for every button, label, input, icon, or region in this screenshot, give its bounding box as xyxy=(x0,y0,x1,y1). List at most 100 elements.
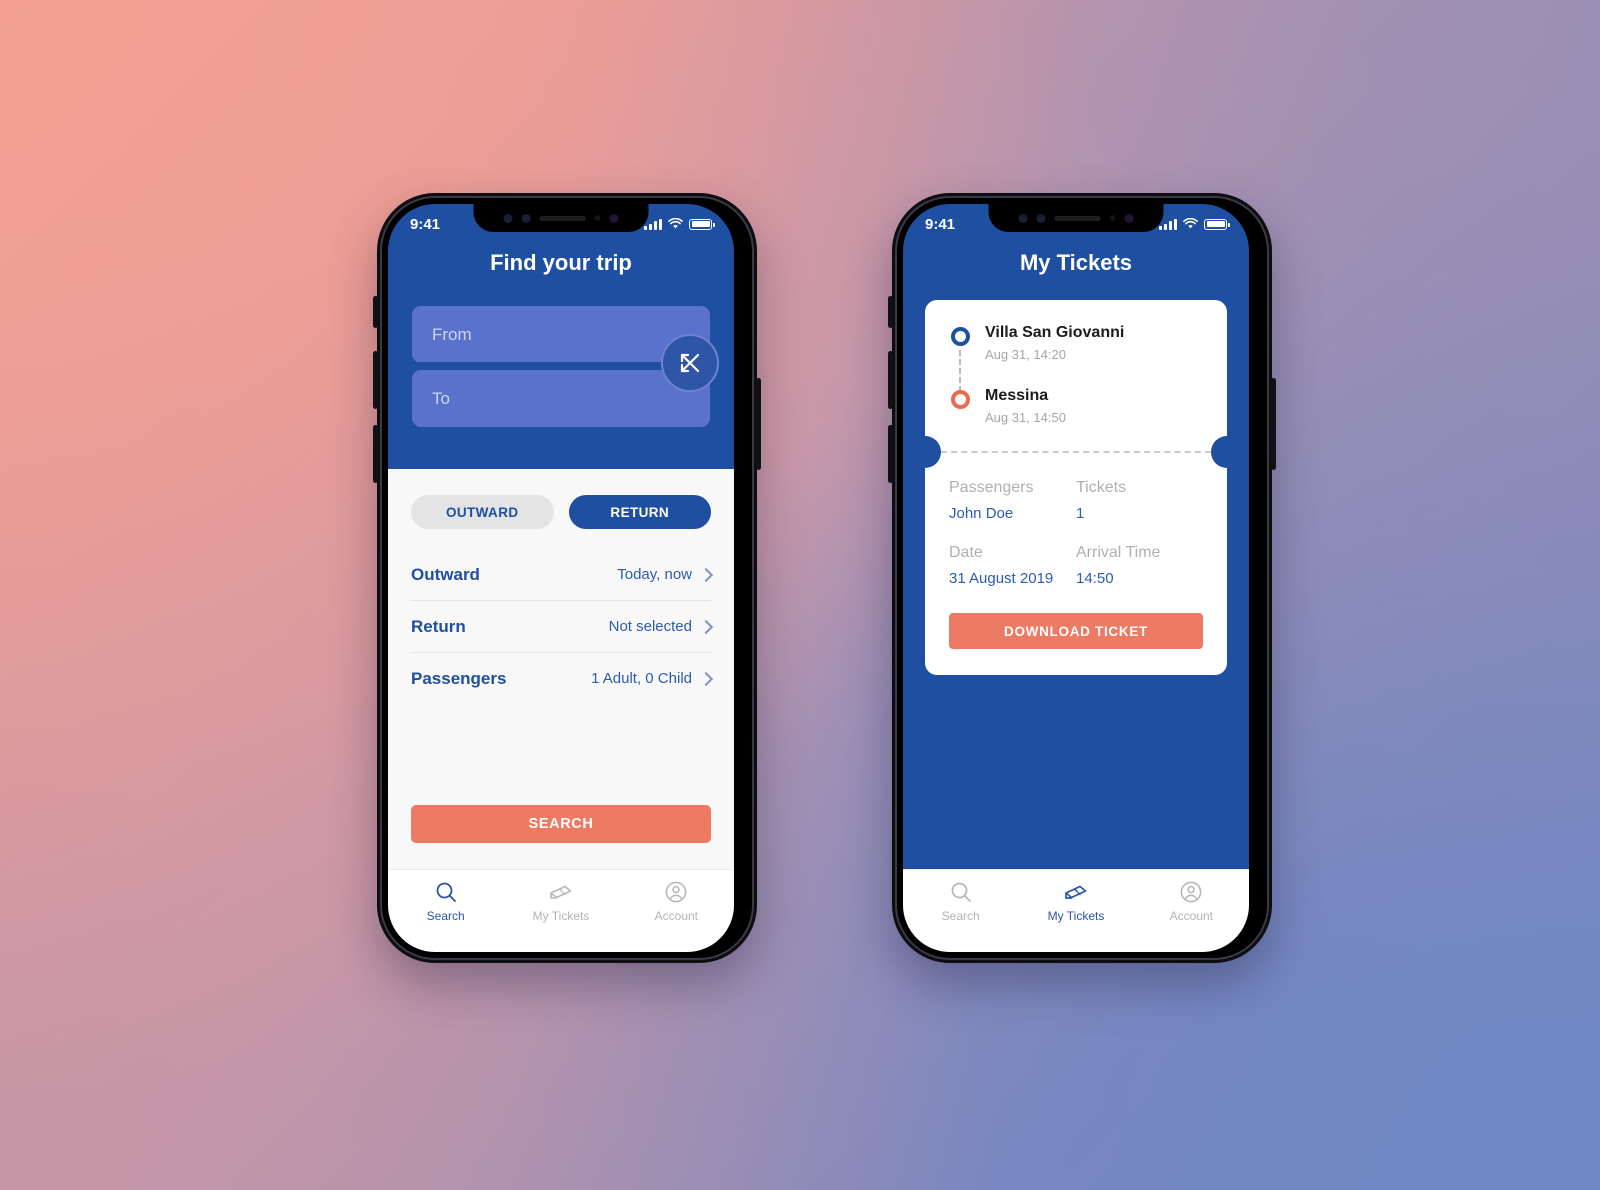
tab-search[interactable]: Search xyxy=(903,880,1018,923)
ticket-details: Passengers John Doe Tickets 1 Date 31 Au… xyxy=(925,453,1227,587)
page-title: My Tickets xyxy=(1019,250,1133,275)
detail-value: 14:50 xyxy=(1076,570,1114,587)
phone-device-tickets: 9:41 My Tickets Villa San Giovanni Aug 3… xyxy=(888,193,1276,963)
tab-my-tickets[interactable]: My Tickets xyxy=(503,880,618,923)
header-spacer xyxy=(412,427,710,469)
tab-label: My Tickets xyxy=(1047,909,1105,923)
tab-my-tickets[interactable]: My Tickets xyxy=(1018,880,1133,923)
tab-search[interactable]: Search xyxy=(388,880,503,923)
screen-my-tickets: 9:41 My Tickets Villa San Giovanni Aug 3… xyxy=(903,204,1249,952)
account-icon xyxy=(665,881,687,903)
row-value: Not selected xyxy=(608,618,692,635)
bottom-tab-bar: Search My Tickets Account xyxy=(388,869,734,952)
to-placeholder: To xyxy=(432,388,450,408)
bottom-tab-bar: Search My Tickets Account xyxy=(903,869,1249,952)
detail-label: Passengers xyxy=(949,479,1034,496)
phone-device-search: 9:41 Find your trip From To OUTWARD RETU… xyxy=(373,193,761,963)
destination-marker-col xyxy=(949,387,971,425)
volume-up-button[interactable] xyxy=(888,351,893,409)
notch xyxy=(988,204,1164,232)
wifi-icon xyxy=(668,218,683,229)
mute-switch[interactable] xyxy=(888,296,893,328)
proximity-sensor-icon xyxy=(1109,215,1116,221)
swap-button[interactable] xyxy=(661,334,719,392)
wifi-icon xyxy=(1183,218,1198,229)
row-label: Outward xyxy=(411,564,480,584)
sensor-icon xyxy=(521,213,531,223)
row-label: Return xyxy=(411,616,466,636)
row-value: Today, now xyxy=(617,566,692,583)
row-right: Not selected xyxy=(608,618,714,635)
detail-label: Date xyxy=(949,544,983,561)
row-value: 1 Adult, 0 Child xyxy=(591,670,692,687)
volume-up-button[interactable] xyxy=(373,351,378,409)
detail-label: Arrival Time xyxy=(1076,544,1161,561)
destination-circle-icon xyxy=(950,390,970,409)
search-icon xyxy=(951,882,971,902)
tab-account[interactable]: Account xyxy=(1134,880,1249,923)
front-camera-icon xyxy=(609,213,619,223)
detail-tickets: Tickets 1 xyxy=(1076,479,1203,522)
destination-text: Messina Aug 31, 14:50 xyxy=(985,387,1066,425)
row-return[interactable]: Return Not selected xyxy=(411,601,714,653)
tab-label: Search xyxy=(941,909,980,923)
mute-switch[interactable] xyxy=(373,296,378,328)
tab-label: Account xyxy=(654,909,698,923)
status-time: 9:41 xyxy=(925,215,956,233)
proximity-sensor-icon xyxy=(594,215,601,221)
volume-down-button[interactable] xyxy=(373,425,378,483)
detail-value: John Doe xyxy=(949,505,1014,522)
return-toggle[interactable]: RETURN xyxy=(568,495,711,529)
tab-account[interactable]: Account xyxy=(619,880,734,923)
destination-leg: Messina Aug 31, 14:50 xyxy=(949,387,1203,425)
power-button[interactable] xyxy=(756,378,761,470)
sensor-icon xyxy=(503,213,513,223)
row-label: Passengers xyxy=(411,668,507,688)
sheet-filler xyxy=(388,704,734,805)
detail-date: Date 31 August 2019 xyxy=(949,544,1076,587)
battery-icon xyxy=(1204,218,1230,230)
row-right: 1 Adult, 0 Child xyxy=(591,670,714,687)
download-ticket-button[interactable]: DOWNLOAD TICKET xyxy=(949,613,1203,649)
swap-arrows-icon xyxy=(680,353,700,373)
status-icons xyxy=(644,218,715,230)
page-title: Find your trip xyxy=(490,250,632,275)
account-icon xyxy=(1180,881,1202,903)
row-outward[interactable]: Outward Today, now xyxy=(411,549,714,601)
route-dotted-line xyxy=(959,350,961,392)
row-right: Today, now xyxy=(617,566,714,583)
origin-leg: Villa San Giovanni Aug 31, 14:20 xyxy=(949,324,1203,392)
from-placeholder: From xyxy=(432,324,472,344)
origin-circle-icon xyxy=(950,327,970,346)
origin-text: Villa San Giovanni Aug 31, 14:20 xyxy=(985,324,1124,362)
ticket-icon xyxy=(550,885,572,899)
status-icons xyxy=(1159,218,1230,230)
power-button[interactable] xyxy=(1271,378,1276,470)
search-form: From To xyxy=(388,276,734,469)
search-button[interactable]: SEARCH xyxy=(411,805,711,843)
chevron-right-icon xyxy=(698,619,714,634)
trip-summary: Villa San Giovanni Aug 31, 14:20 Messina… xyxy=(925,300,1227,451)
detail-label: Tickets xyxy=(1076,479,1127,496)
sensor-icon xyxy=(1018,213,1028,223)
outward-toggle[interactable]: OUTWARD xyxy=(411,495,554,529)
tab-label: Search xyxy=(426,909,465,923)
trip-type-toggle: OUTWARD RETURN xyxy=(388,469,734,529)
leg-gap xyxy=(949,362,1203,387)
destination-time: Aug 31, 14:50 xyxy=(985,410,1066,425)
detail-value: 31 August 2019 xyxy=(949,570,1054,587)
status-time: 9:41 xyxy=(410,215,441,233)
row-passengers[interactable]: Passengers 1 Adult, 0 Child xyxy=(411,653,714,704)
background-gradient xyxy=(0,0,1600,1190)
tab-label: Account xyxy=(1169,909,1213,923)
search-icon xyxy=(436,882,456,902)
origin-station: Villa San Giovanni xyxy=(985,324,1125,341)
detail-value: 1 xyxy=(1076,505,1085,522)
volume-down-button[interactable] xyxy=(888,425,893,483)
screen-search: 9:41 Find your trip From To OUTWARD RETU… xyxy=(388,204,734,952)
ticket-card[interactable]: Villa San Giovanni Aug 31, 14:20 Messina… xyxy=(925,300,1227,675)
speaker-icon xyxy=(539,215,586,221)
tickets-list: Villa San Giovanni Aug 31, 14:20 Messina… xyxy=(903,276,1249,869)
speaker-icon xyxy=(1054,215,1101,221)
ticket-icon xyxy=(1065,885,1087,899)
